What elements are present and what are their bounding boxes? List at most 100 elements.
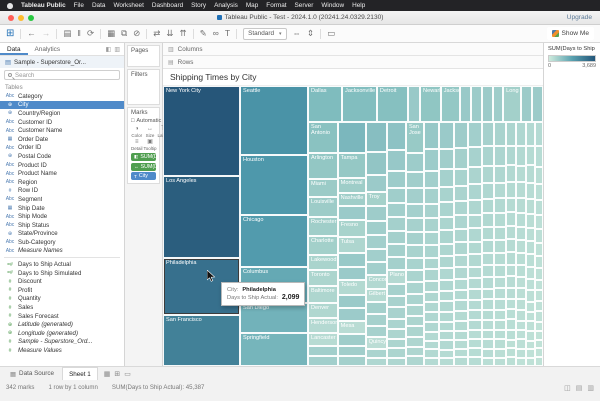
treemap-cell[interactable] [481, 348, 495, 358]
treemap-cell[interactable] [468, 289, 482, 301]
treemap-cell[interactable] [365, 261, 387, 276]
menu-map[interactable]: Map [246, 2, 258, 9]
treemap-cell-seattle[interactable]: Seattle [240, 86, 308, 155]
treemap-cell[interactable] [439, 243, 455, 257]
treemap-cell[interactable] [505, 264, 517, 277]
treemap-cell[interactable] [534, 300, 543, 312]
treemap-cell[interactable] [408, 86, 421, 122]
treemap-cell[interactable] [386, 307, 406, 319]
view-options-icon[interactable]: ▥ [114, 46, 120, 53]
treemap-cell[interactable] [468, 200, 482, 215]
treemap-cell[interactable] [454, 289, 469, 301]
treemap-cell[interactable] [454, 215, 469, 230]
treemap-cell[interactable] [534, 348, 543, 358]
treemap-cell[interactable] [494, 329, 506, 340]
rows-shelf[interactable]: ▤ Rows [163, 56, 543, 69]
treemap-cell[interactable] [481, 309, 495, 321]
close-window-icon[interactable] [8, 14, 14, 21]
treemap-cell-baltimore[interactable]: Baltimore [308, 285, 338, 303]
treemap-cell[interactable] [386, 257, 406, 271]
treemap-cell[interactable] [439, 340, 455, 350]
treemap-cell[interactable] [494, 277, 506, 289]
field-customer-id[interactable]: Abc Customer ID [0, 118, 124, 127]
tab-data-source[interactable]: ▦ Data Source [4, 367, 60, 380]
menu-story[interactable]: Story [191, 2, 206, 9]
treemap-cell[interactable] [534, 199, 543, 216]
treemap-cell[interactable] [534, 255, 543, 268]
field-sub-category[interactable]: Abc Sub-Category [0, 238, 124, 247]
treemap-cell-toledo[interactable]: Toledo [337, 280, 366, 295]
treemap-cell[interactable] [494, 339, 506, 350]
treemap-cell[interactable] [405, 231, 424, 246]
treemap-cell[interactable] [468, 348, 482, 358]
treemap-cell[interactable] [386, 217, 406, 231]
treemap-cell[interactable] [365, 325, 387, 338]
treemap-cell[interactable] [468, 214, 482, 229]
treemap-cell[interactable] [526, 146, 535, 166]
treemap-cell[interactable] [481, 227, 495, 241]
field-quantity[interactable]: # Quantity [0, 295, 124, 304]
treemap-cell[interactable] [481, 288, 495, 300]
treemap-cell[interactable] [337, 122, 366, 153]
treemap-cell-concord[interactable]: Concord [365, 275, 387, 289]
treemap-cell[interactable] [454, 357, 469, 366]
treemap-cell[interactable] [423, 218, 440, 233]
treemap-cell[interactable] [405, 203, 424, 219]
treemap-cell[interactable] [534, 267, 543, 280]
treemap-cell[interactable] [526, 213, 535, 229]
treemap-cell[interactable] [405, 326, 424, 337]
treemap-cell[interactable] [423, 302, 440, 313]
field-sales[interactable]: # Sales [0, 303, 124, 312]
menu-server[interactable]: Server [295, 2, 314, 9]
treemap-cell-fresno[interactable]: Fresno [337, 219, 366, 238]
treemap-cell-troy[interactable]: Troy [365, 192, 387, 206]
swap-axes-icon[interactable]: ⇄ [153, 29, 160, 38]
back-icon[interactable]: ← [27, 29, 36, 38]
treemap-cell[interactable] [365, 235, 387, 249]
treemap-cell[interactable] [534, 243, 543, 256]
field-row-id[interactable]: # Row ID [0, 187, 124, 196]
treemap-cell[interactable] [526, 254, 535, 268]
treemap-cell[interactable] [454, 242, 469, 256]
zoom-window-icon[interactable] [28, 14, 34, 21]
tab-sheet-1[interactable]: Sheet 1 [62, 367, 98, 380]
treemap-cell[interactable] [386, 122, 406, 151]
treemap-cell[interactable] [454, 278, 469, 290]
treemap-cell[interactable] [494, 240, 506, 253]
treemap-cell[interactable] [526, 199, 535, 214]
treemap-cell[interactable] [386, 329, 406, 339]
show-me-button[interactable]: Show Me [546, 27, 594, 40]
treemap-cell[interactable] [386, 357, 406, 367]
field-order-id[interactable]: Abc Order ID [0, 144, 124, 153]
treemap-cell[interactable] [481, 357, 495, 366]
treemap-cell[interactable] [534, 184, 543, 200]
treemap-cell[interactable] [454, 168, 469, 187]
treemap-cell[interactable] [386, 348, 406, 358]
treemap-cell[interactable] [423, 269, 440, 281]
treemap-cell[interactable] [526, 311, 535, 322]
treemap-cell[interactable] [439, 301, 455, 312]
treemap-cell[interactable] [439, 357, 455, 367]
treemap-cell[interactable] [365, 301, 387, 315]
treemap-cell[interactable] [423, 232, 440, 245]
columns-shelf[interactable]: ▥ Columns [163, 43, 543, 56]
field-days-to-ship-simulated[interactable]: =# Days to Ship Simulated [0, 269, 124, 278]
treemap-cell[interactable] [526, 278, 535, 291]
menu-window[interactable]: Window [321, 2, 344, 9]
treemap-cell-nashville[interactable]: Nashville [337, 192, 366, 207]
field-ship-mode[interactable]: Abc Ship Mode [0, 212, 124, 221]
treemap-cell-rochester[interactable]: Rochester [308, 216, 338, 237]
treemap-cell[interactable] [534, 290, 543, 301]
treemap-cell[interactable] [516, 146, 527, 166]
treemap-cell-lancaster[interactable]: Lancaster [308, 332, 338, 347]
treemap-cell[interactable] [423, 244, 440, 258]
treemap-cell[interactable] [505, 287, 517, 300]
treemap-cell[interactable] [405, 336, 424, 347]
treemap-cell[interactable] [468, 241, 482, 255]
treemap-cell[interactable] [526, 357, 535, 366]
treemap-cell-mesa[interactable]: Mesa [337, 320, 366, 335]
treemap-cell-tulsa[interactable]: Tulsa [337, 237, 366, 253]
treemap-cell-springfield[interactable]: Springfield [240, 332, 308, 366]
treemap-cell[interactable] [516, 122, 527, 147]
treemap-cell[interactable] [454, 300, 469, 312]
